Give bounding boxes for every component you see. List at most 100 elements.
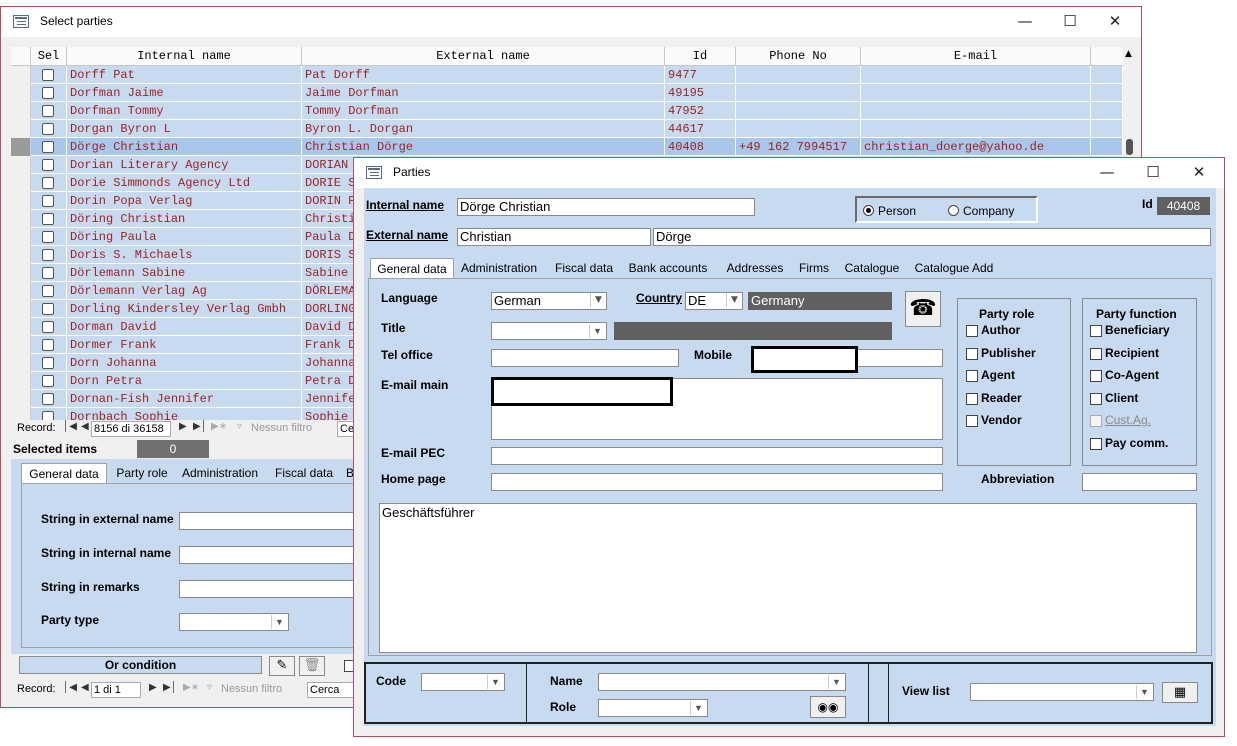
row-select-checkbox[interactable] (42, 69, 54, 81)
tab-administration[interactable]: Administration (456, 258, 542, 278)
row-select-checkbox[interactable] (42, 195, 54, 207)
cell-internal-name[interactable]: Dorgan Byron L (67, 120, 302, 138)
tab-addresses[interactable]: Addresses (716, 258, 794, 278)
scroll-thumb[interactable] (1126, 139, 1133, 155)
row-select-checkbox[interactable] (42, 87, 54, 99)
cell-email[interactable] (861, 120, 1091, 138)
cell-internal-name[interactable]: Dörlemann Verlag Ag (67, 282, 302, 300)
cell-external-name[interactable]: Christian Dörge (302, 138, 665, 156)
row-select-checkbox[interactable] (42, 231, 54, 243)
row-select-checkbox[interactable] (42, 267, 54, 279)
external-first-name-input[interactable]: Christian (457, 228, 651, 246)
function-checkbox-beneficiary[interactable] (1090, 325, 1102, 337)
cell-extra[interactable] (1091, 84, 1123, 102)
select-all-corner[interactable] (11, 47, 31, 65)
minimize-button[interactable]: — (1084, 158, 1130, 188)
cell-external-name[interactable]: Byron L. Dorgan (302, 120, 665, 138)
party-type-select[interactable]: ▼ (179, 613, 289, 631)
row-selector[interactable] (11, 390, 31, 408)
row-select-checkbox[interactable] (42, 339, 54, 351)
filter-status[interactable]: Nessun filtro (251, 422, 312, 434)
cell-internal-name[interactable]: Dorfman Jaime (67, 84, 302, 102)
next-record-icon[interactable]: ▶ (149, 682, 157, 693)
cell-email[interactable] (861, 102, 1091, 120)
email-pec-input[interactable] (491, 447, 943, 465)
close-button[interactable]: ✕ (1092, 7, 1138, 37)
table-row[interactable]: Dorff Pat Pat Dorff 9477 (11, 66, 1123, 84)
delete-condition-button[interactable]: 🗑 (299, 656, 325, 676)
cell-internal-name[interactable]: Dorfman Tommy (67, 102, 302, 120)
cell-internal-name[interactable]: Dormer Frank (67, 336, 302, 354)
cell-internal-name[interactable]: Dorff Pat (67, 66, 302, 84)
filter-record-search-input[interactable]: Cerca (307, 682, 357, 698)
cell-extra[interactable] (1091, 138, 1123, 156)
row-selector[interactable] (11, 264, 31, 282)
role-checkbox-reader[interactable] (966, 392, 978, 405)
cell-internal-name[interactable]: Dorn Petra (67, 372, 302, 390)
cell-internal-name[interactable]: Dorman David (67, 318, 302, 336)
cell-id[interactable]: 44617 (665, 120, 736, 138)
row-selector[interactable] (11, 318, 31, 336)
new-record-icon[interactable]: ▶∗ (211, 421, 227, 432)
cell-extra[interactable] (1091, 66, 1123, 84)
row-selector[interactable] (11, 174, 31, 192)
cell-extra[interactable] (1091, 102, 1123, 120)
role-checkbox-publisher[interactable] (966, 347, 978, 360)
cell-internal-name[interactable]: Dorie Simmonds Agency Ltd (67, 174, 302, 192)
column-header-id[interactable]: Id (665, 47, 736, 65)
title-select[interactable]: ▼ (491, 322, 607, 340)
column-header-phone[interactable]: Phone No (736, 47, 861, 65)
row-select-checkbox[interactable] (42, 141, 54, 153)
column-header-external-name[interactable]: External name (302, 47, 665, 65)
function-checkbox-pay-comm-[interactable] (1090, 437, 1102, 450)
row-select-checkbox[interactable] (42, 393, 54, 405)
view-list-button[interactable]: ▦ (1162, 682, 1198, 703)
previous-record-icon[interactable]: ◀ (81, 421, 89, 432)
scroll-up-icon[interactable]: ▲ (1125, 49, 1132, 59)
last-record-icon[interactable]: ▶│ (193, 421, 207, 432)
filter-tab-party-role[interactable]: Party role (109, 463, 175, 483)
row-selector[interactable] (11, 66, 31, 84)
cell-internal-name[interactable]: Dornan-Fish Jennifer (67, 390, 302, 408)
cell-email[interactable] (861, 84, 1091, 102)
record-position-input[interactable]: 8156 di 36158 (91, 421, 171, 437)
filter-record-position-input[interactable]: 1 di 1 (91, 682, 141, 698)
column-header-email[interactable]: E-mail (861, 47, 1091, 65)
minimize-button[interactable]: — (1002, 7, 1048, 37)
filter-record-filter-status[interactable]: Nessun filtro (221, 683, 282, 695)
cell-id[interactable]: 40408 (665, 138, 736, 156)
cell-extra[interactable] (1091, 120, 1123, 138)
company-radio[interactable] (948, 205, 959, 216)
cell-internal-name[interactable]: Doris S. Michaels (67, 246, 302, 264)
row-selector[interactable] (11, 138, 31, 156)
table-row[interactable]: Dorfman Tommy Tommy Dorfman 47952 (11, 102, 1123, 120)
row-select-checkbox[interactable] (42, 213, 54, 225)
row-selector[interactable] (11, 282, 31, 300)
cell-external-name[interactable]: Tommy Dorfman (302, 102, 665, 120)
tab-fiscal-data[interactable]: Fiscal data (546, 258, 622, 278)
title-bar[interactable]: Select parties — ☐ ✕ (1, 7, 1141, 37)
filter-tab-administration[interactable]: Administration (177, 463, 263, 483)
cell-internal-name[interactable]: Dorin Popa Verlag (67, 192, 302, 210)
cell-phone[interactable]: +49 162 7994517 (736, 138, 861, 156)
home-page-input[interactable] (491, 473, 943, 491)
row-select-checkbox[interactable] (42, 123, 54, 135)
row-selector[interactable] (11, 228, 31, 246)
cell-internal-name[interactable]: Dorn Johanna (67, 354, 302, 372)
previous-record-icon[interactable]: ◀ (81, 682, 89, 693)
row-selector[interactable] (11, 192, 31, 210)
cell-id[interactable]: 49195 (665, 84, 736, 102)
first-record-icon[interactable]: │◀ (63, 421, 77, 432)
column-header-internal-name[interactable]: Internal name (67, 47, 302, 65)
row-selector[interactable] (11, 336, 31, 354)
table-row[interactable]: Dörge Christian Christian Dörge 40408 +49 1… (11, 138, 1123, 156)
role-select[interactable]: ▼ (598, 699, 708, 717)
cell-phone[interactable] (736, 84, 861, 102)
role-checkbox-agent[interactable] (966, 370, 978, 382)
row-select-checkbox[interactable] (42, 249, 54, 261)
row-select-checkbox[interactable] (42, 321, 54, 333)
column-header-sel[interactable]: Sel (31, 47, 67, 65)
cell-phone[interactable] (736, 120, 861, 138)
cell-internal-name[interactable]: Döring Paula (67, 228, 302, 246)
new-record-icon[interactable]: ▶∗ (183, 682, 199, 693)
